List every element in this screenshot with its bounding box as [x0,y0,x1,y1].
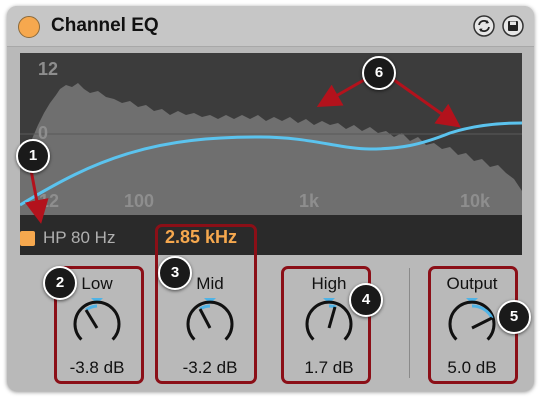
callout-badge-1: 1 [16,139,50,173]
callout-badge-2: 2 [43,266,77,300]
callout-arrows [24,78,461,224]
callout-badge-3: 3 [158,256,192,290]
callout-badge-6: 6 [362,56,396,90]
callout-badge-5: 5 [497,300,531,334]
callout-badge-4: 4 [349,283,383,317]
